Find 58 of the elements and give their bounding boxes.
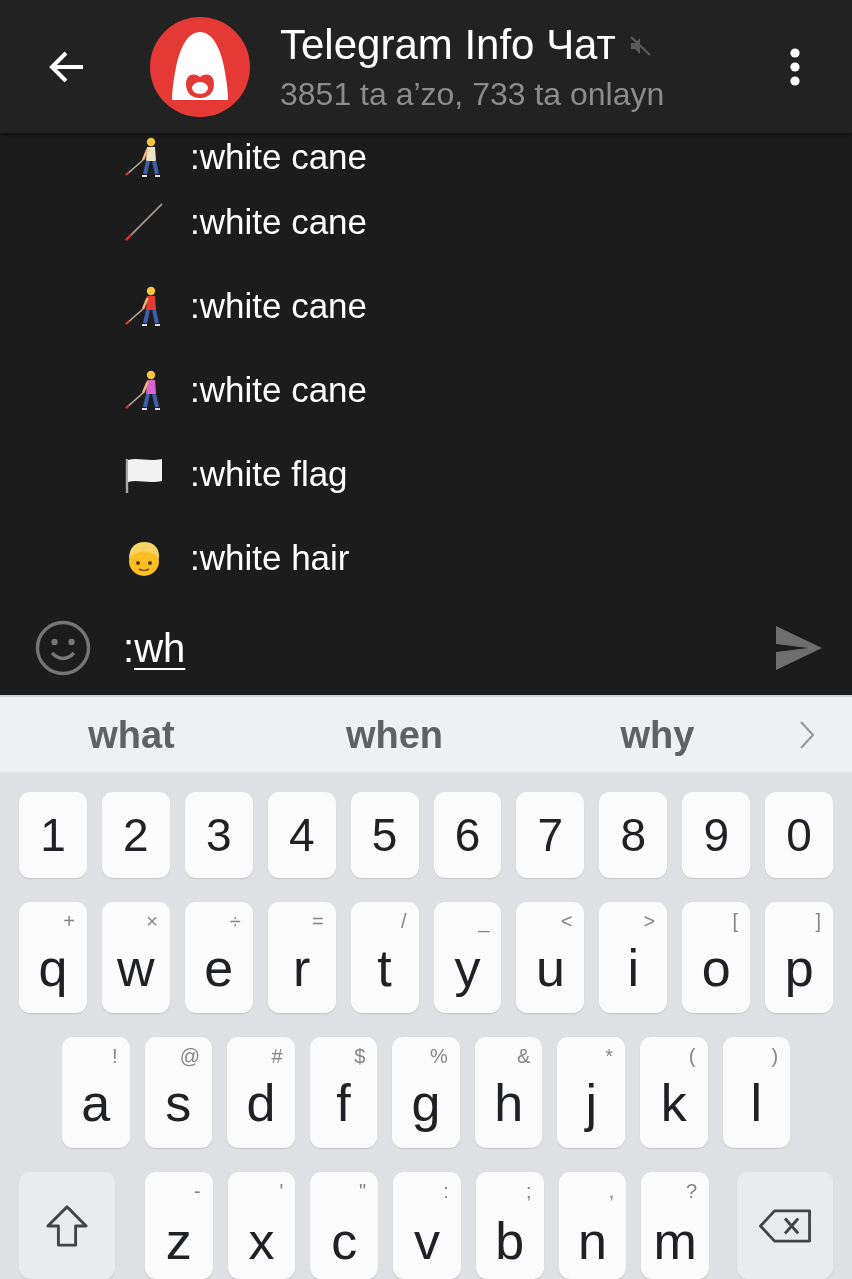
keyboard-key[interactable]: ( k [639,1037,708,1148]
keyboard-key[interactable]: ; b [475,1172,544,1279]
keyboard-key[interactable]: ! a [62,1037,130,1148]
keyboard-key[interactable]: > i [599,902,668,1013]
emoji-suggestion-item[interactable]: :white hair [123,516,350,600]
keyboard-key[interactable]: 1 [19,792,87,878]
word-suggestion[interactable]: when [345,712,444,757]
keyboard-key[interactable]: 5 [350,792,419,878]
emoji-suggestion-item[interactable]: :white cane [123,133,368,180]
keyboard-key[interactable]: 6 [433,792,502,878]
emoji-suggestion-item[interactable]: :white cane [123,180,368,264]
keyboard-key[interactable]: < u [516,902,585,1013]
word-suggestion[interactable]: why [620,712,695,757]
keyboard-key[interactable]: , n [558,1172,627,1279]
backspace-icon [758,1208,813,1243]
hood-avatar-icon[interactable] [150,16,250,117]
keyboard-key[interactable]: % g [392,1037,460,1148]
keyboard-key[interactable]: 9 [682,792,751,878]
word-suggestion[interactable]: what [88,712,175,757]
emoji-suggestion-item[interactable]: :white cane [123,264,368,348]
member-count: 3851 ta a’zo, 733 ta onlayn [280,75,665,113]
keyboard-key[interactable]: : v [393,1172,461,1279]
keyboard-key[interactable]: 2 [101,792,170,878]
keyboard-key[interactable]: 0 [765,792,834,878]
keyboard-key[interactable]: @ s [144,1037,213,1148]
keyboard-key[interactable]: 8 [599,792,668,878]
keyboard-key[interactable]: ] p [765,902,834,1013]
keyboard-key[interactable]: × w [101,902,170,1013]
send-icon[interactable] [775,624,823,671]
shift-icon [45,1203,89,1248]
shift-key[interactable] [19,1172,115,1279]
keyboard-key[interactable]: # d [227,1037,295,1148]
keyboard-key[interactable]: + q [19,902,87,1013]
chat-title: Telegram Info Чат [280,22,616,68]
keyboard-key[interactable]: - z [145,1172,213,1279]
keyboard-key[interactable]: = r [267,902,336,1013]
cane-icon [123,201,165,243]
keyboard-key[interactable]: ' x [227,1172,296,1279]
message-field[interactable]: :wh [123,619,755,676]
keyboard-key[interactable]: _ y [433,902,502,1013]
keyboard-key[interactable]: 4 [267,792,336,878]
keyboard-key[interactable]: [ o [682,902,751,1013]
emoji-suggestion-item[interactable]: :white cane [123,348,368,432]
keyboard-key[interactable]: ÷ e [184,902,253,1013]
back-arrow-icon[interactable] [47,49,85,84]
keyboard-key[interactable]: 3 [184,792,253,878]
keyboard-key[interactable]: * j [557,1037,625,1148]
keyboard-key[interactable]: ) l [722,1037,791,1148]
backspace-key[interactable] [737,1172,834,1279]
keyboard-key[interactable]: ? m [641,1172,710,1279]
emoji-suggestion-item[interactable]: :white flag [123,432,348,516]
smiley-icon[interactable] [35,619,91,676]
keyboard-key[interactable]: 7 [516,792,585,878]
keyboard-key[interactable]: / t [350,902,419,1013]
keyboard-key[interactable]: & h [474,1037,543,1148]
menu-icon[interactable] [790,47,800,86]
keyboard-key[interactable]: " c [310,1172,379,1279]
keyboard-key[interactable]: $ f [309,1037,378,1148]
